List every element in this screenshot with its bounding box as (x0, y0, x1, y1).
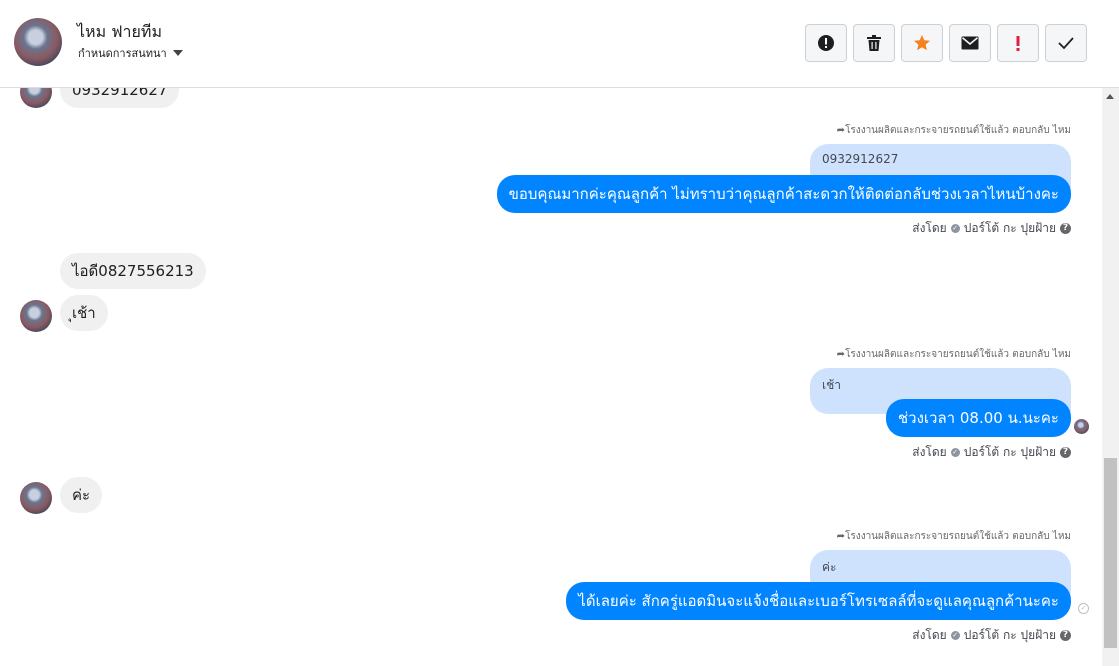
assign-label: กำหนดการสนทนา (78, 47, 167, 60)
exclamation-icon (1016, 36, 1020, 51)
scrollbar-thumb[interactable] (1104, 458, 1117, 648)
star-icon (914, 35, 930, 51)
sent-by-info: ส่งโดย ✓ ปอร์โต้ กะ ปุยฝ้าย ? (912, 219, 1071, 238)
caret-down-icon (172, 50, 183, 56)
alert-circle-icon (818, 35, 834, 51)
trash-icon (867, 35, 881, 51)
verified-icon: ✓ (950, 224, 960, 233)
outgoing-message[interactable]: ช่วงเวลา 08.00 น.นะคะ (886, 399, 1071, 437)
sender-name[interactable]: ปอร์โต้ กะ ปุยฝ้าย (964, 443, 1056, 462)
outgoing-message[interactable]: ได้เลยค่ะ สักครู่แอดมินจะแจ้งชื่อและเบอร… (566, 582, 1071, 620)
sender-name[interactable]: ปอร์โต้ กะ ปุยฝ้าย (964, 626, 1056, 645)
sender-avatar[interactable] (20, 88, 52, 108)
done-button[interactable] (1045, 24, 1087, 62)
reply-label: ➦โรงงานผลิตและกระจายรถยนต์ใช้แล้ว ตอบกลั… (836, 349, 1071, 360)
delete-button[interactable] (853, 24, 895, 62)
contact-name[interactable]: ไหม ฟายทีม (77, 20, 162, 45)
help-icon[interactable]: ? (1060, 630, 1071, 641)
mark-unread-button[interactable] (949, 24, 991, 62)
help-icon[interactable]: ? (1060, 447, 1071, 458)
assign-conversation-dropdown[interactable]: กำหนดการสนทนา (78, 44, 183, 62)
sent-by-label: ส่งโดย (912, 445, 947, 459)
delivered-check-icon: ✓ (1078, 603, 1089, 614)
help-icon[interactable]: ? (1060, 223, 1071, 234)
scroll-up-arrow-icon[interactable] (1106, 94, 1114, 99)
incoming-message[interactable]: ค่ะ (60, 477, 103, 513)
outgoing-message[interactable]: ขอบคุณมากค่ะคุณลูกค้า ไม่ทราบว่าคุณลูกค้… (496, 175, 1071, 213)
conversation-header: ไหม ฟายทีม กำหนดการสนทนา (0, 0, 1119, 88)
action-toolbar (805, 24, 1087, 62)
incoming-message[interactable]: 0932912627 (60, 88, 180, 108)
message-list[interactable]: 0932912627 ➦โรงงานผลิตและกระจายรถยนต์ใช้… (0, 88, 1102, 666)
seen-avatar (1074, 419, 1089, 434)
contact-avatar[interactable] (14, 18, 62, 66)
important-button[interactable] (997, 24, 1039, 62)
check-icon (1058, 37, 1074, 50)
sent-by-info: ส่งโดย ✓ ปอร์โต้ กะ ปุยฝ้าย ? (912, 443, 1071, 462)
sent-by-info: ส่งโดย ✓ ปอร์โต้ กะ ปุยฝ้าย ? (912, 626, 1071, 645)
sent-by-label: ส่งโดย (912, 628, 947, 642)
incoming-message[interactable]: ไอดี0827556213 (60, 253, 206, 289)
spam-button[interactable] (805, 24, 847, 62)
incoming-message[interactable]: ุเช้า (60, 295, 108, 331)
sent-by-label: ส่งโดย (912, 221, 947, 235)
vertical-scrollbar[interactable] (1102, 88, 1119, 666)
reply-label: ➦โรงงานผลิตและกระจายรถยนต์ใช้แล้ว ตอบกลั… (836, 125, 1071, 136)
star-button[interactable] (901, 24, 943, 62)
envelope-icon (961, 36, 979, 50)
sender-avatar[interactable] (20, 482, 52, 514)
sender-name[interactable]: ปอร์โต้ กะ ปุยฝ้าย (964, 219, 1056, 238)
sender-avatar[interactable] (20, 300, 52, 332)
reply-label: ➦โรงงานผลิตและกระจายรถยนต์ใช้แล้ว ตอบกลั… (836, 531, 1071, 542)
verified-icon: ✓ (950, 448, 960, 457)
verified-icon: ✓ (950, 631, 960, 640)
